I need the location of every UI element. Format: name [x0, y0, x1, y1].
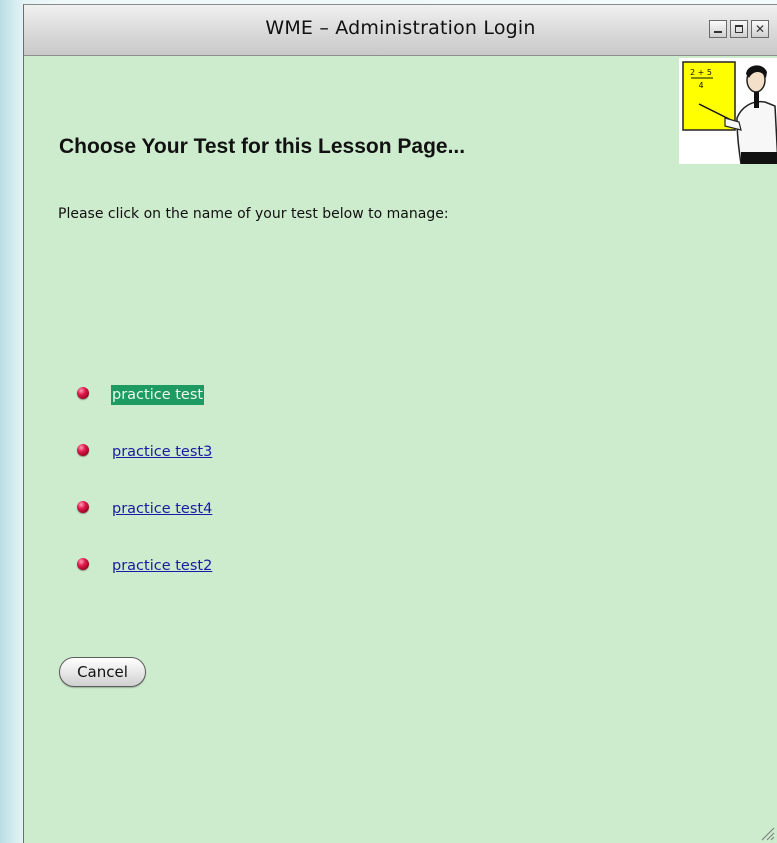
test-link-practice-test[interactable]: practice test — [111, 385, 205, 405]
close-button[interactable]: ✕ — [751, 20, 769, 38]
test-list-item: practice test3 — [74, 442, 374, 499]
maximize-button[interactable] — [730, 20, 748, 38]
test-link-practice-test2[interactable]: practice test2 — [111, 556, 213, 576]
test-link-practice-test3[interactable]: practice test3 — [111, 442, 213, 462]
title-bar[interactable]: WME – Administration Login ✕ — [24, 5, 777, 56]
test-list-item: practice test2 — [74, 556, 374, 613]
test-list-item: practice test4 — [74, 499, 374, 556]
board-equation-top: 2 + 5 — [690, 68, 712, 77]
test-link-practice-test4[interactable]: practice test4 — [111, 499, 213, 519]
page-title: Choose Your Test for this Lesson Page... — [59, 135, 466, 158]
red-bullet-icon — [77, 501, 89, 513]
test-list-item: practice test — [74, 385, 374, 442]
teacher-at-blackboard-icon: 2 + 5 4 — [679, 58, 777, 164]
red-bullet-icon — [77, 558, 89, 570]
admin-login-window: WME – Administration Login ✕ 2 + 5 4 Cho… — [23, 4, 777, 843]
minimize-icon — [714, 31, 722, 33]
minimize-button[interactable] — [709, 20, 727, 38]
red-bullet-icon — [77, 444, 89, 456]
instructions-text: Please click on the name of your test be… — [58, 206, 449, 222]
test-list: practice test practice test3 practice te… — [74, 385, 374, 613]
window-title: WME – Administration Login — [265, 17, 536, 39]
red-bullet-icon — [77, 387, 89, 399]
resize-grip-icon[interactable] — [759, 825, 775, 841]
board-equation-bottom: 4 — [698, 81, 703, 90]
maximize-icon — [735, 25, 743, 33]
cancel-button[interactable]: Cancel — [59, 657, 146, 687]
close-icon: ✕ — [754, 22, 766, 36]
